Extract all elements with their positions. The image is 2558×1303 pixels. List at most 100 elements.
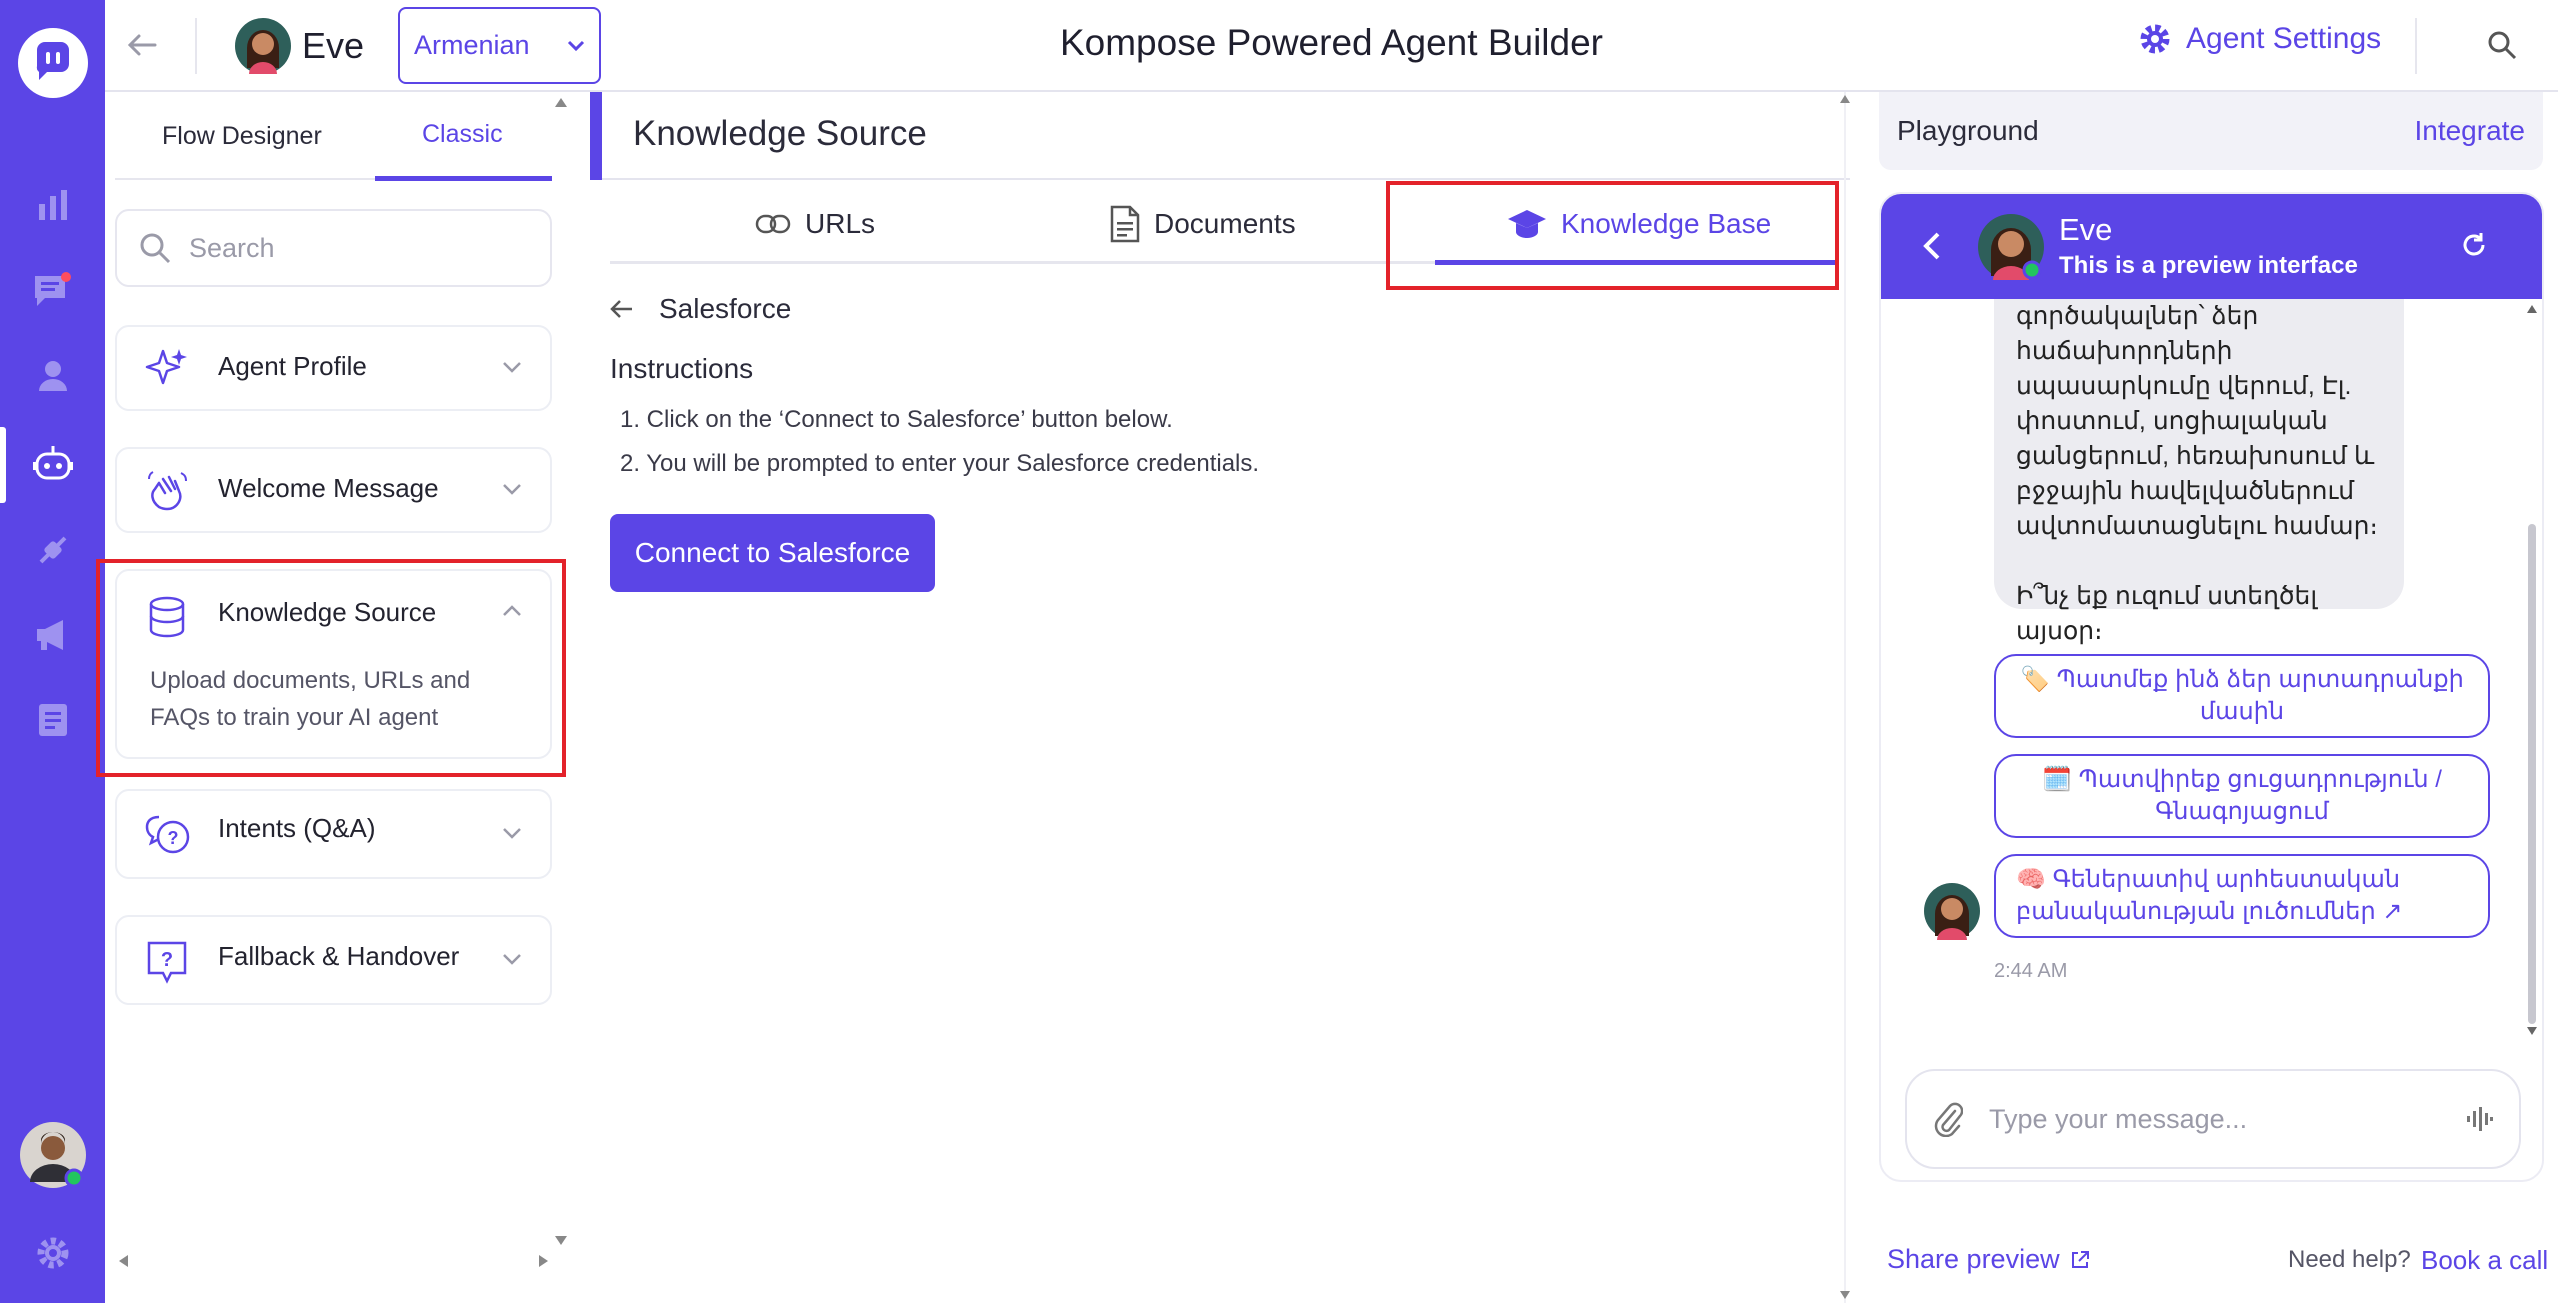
scroll-up-arrow[interactable] [554,96,568,108]
scroll-left-arrow[interactable] [117,1254,129,1268]
message-line: բջջային հավելվածներում [2016,477,2355,505]
agent-settings-button[interactable]: Agent Settings [2138,22,2381,56]
quick-reply-text: Պատվիրեք ցուցադրություն / [2078,766,2442,793]
app-logo-icon[interactable] [18,28,88,98]
instruction-step: 1. Click on the ‘Connect to Salesforce’ … [620,406,1173,433]
message-line: ցանցերում, հեռախոսում և [2016,442,2375,470]
tab-urls[interactable]: URLs [755,184,875,264]
card-title: Fallback & Handover [218,941,460,971]
card-agent-profile[interactable]: Agent Profile [115,325,552,411]
need-help-text: Need help? [2288,1246,2411,1273]
help-box-icon: ? [145,939,189,985]
chevron-down-icon[interactable] [502,953,522,965]
card-intents[interactable]: ? Intents (Q&A) [115,789,552,879]
tab-active-indicator [1435,260,1835,265]
chevron-up-icon[interactable] [502,605,522,617]
waving-hand-icon [145,469,189,513]
link-icon [755,213,791,235]
card-title: Welcome Message [218,473,439,503]
svg-text:?: ? [168,828,179,848]
chevron-down-icon[interactable] [502,483,522,495]
agent-name: Eve [302,25,365,66]
scroll-down-arrow[interactable] [1839,1290,1851,1300]
graduation-cap-icon [1507,208,1547,240]
campaigns-icon[interactable] [28,610,78,660]
search-placeholder: Search [189,232,275,263]
tab-documents[interactable]: Documents [1110,184,1296,264]
language-value: Armenian [414,30,530,60]
back-arrow-icon[interactable] [610,298,634,320]
conversations-icon[interactable] [28,265,78,315]
chevron-down-icon[interactable] [502,827,522,839]
share-preview-link[interactable]: Share preview [1887,1244,2090,1275]
document-icon [1110,205,1140,243]
integrate-link[interactable]: Integrate [2414,115,2525,147]
knowledge-tabs: URLs Documents Knowledge Base [610,184,1835,265]
quick-reply-button[interactable]: 🗓️ Պատվիրեք ցուցադրություն / Գնագոյացում [1994,754,2490,838]
chevron-down-icon[interactable] [502,361,522,373]
playground-header: Playground Integrate [1879,92,2543,170]
bot-builder-icon[interactable] [28,440,78,490]
quick-reply-text: Գնագոյացում [2155,798,2329,825]
message-line: հաճախորդների [2016,337,2233,365]
divider [2415,18,2417,74]
card-title: Knowledge Source [218,597,437,627]
main-content: Knowledge Source URLs Documents Knowledg… [590,92,1853,1303]
quick-reply-text: բանականության լուծումներ [2016,898,2376,925]
instructions-title: Instructions [610,353,754,384]
message-input[interactable]: Type your message... [1905,1069,2521,1169]
voice-input-icon[interactable] [2465,1105,2493,1133]
tab-flow-designer[interactable]: Flow Designer [162,122,322,151]
message-line: սպասարկումը վերում, Էլ. [2016,372,2352,400]
scroll-down-arrow[interactable] [2526,1026,2538,1036]
chat-agent-avatar [1976,212,2046,282]
quick-reply-button[interactable]: 🏷️ Պատմեք ինձ ձեր արտադրանքի մասին [1994,654,2490,738]
quick-reply-button[interactable]: 🧠 Գեներատիվ արհեստական բանականության լու… [1994,854,2490,938]
section-title: Knowledge Source [633,114,927,153]
message-line: ավտոմատացնելու համար։ [2016,512,2378,540]
card-title: Intents (Q&A) [218,813,376,843]
book-call-link[interactable]: Book a call [2421,1245,2548,1276]
brain-emoji-icon: 🧠 [2016,866,2046,893]
reports-icon[interactable] [28,695,78,745]
chevron-left-icon[interactable] [1923,232,1941,260]
calendar-emoji-icon: 🗓️ [2042,766,2072,793]
scroll-down-arrow[interactable] [554,1235,568,1247]
chat-header: Eve This is a preview interface [1881,194,2542,299]
integrations-icon[interactable] [28,525,78,575]
search-input[interactable]: Search [115,209,552,287]
card-title: Agent Profile [218,351,367,381]
card-knowledge-source[interactable]: Knowledge Source Upload documents, URLs … [115,569,552,759]
chat-subtitle: This is a preview interface [2059,252,2358,279]
top-bar: Eve Armenian Kompose Powered Agent Build… [105,0,2558,92]
tab-label: Documents [1154,208,1296,239]
tab-classic[interactable]: Classic [422,120,503,149]
message-line: Ի՞նչ եք ուզում ստեղծել այսօր։ [2016,582,2318,645]
chat-scrollbar-thumb[interactable] [2528,524,2536,1024]
scroll-up-arrow[interactable] [1839,94,1851,104]
scroll-up-arrow[interactable] [2526,304,2538,314]
refresh-icon[interactable] [2459,230,2489,260]
analytics-icon[interactable] [28,180,78,230]
message-placeholder: Type your message... [1989,1103,2248,1134]
contacts-icon[interactable] [28,350,78,400]
scroll-right-arrow[interactable] [538,1254,550,1268]
settings-icon[interactable] [28,1228,78,1278]
language-select[interactable]: Armenian [398,7,601,84]
search-icon[interactable] [2487,30,2517,60]
card-fallback-handover[interactable]: ? Fallback & Handover [115,915,552,1005]
scrollbar-track[interactable] [1844,92,1846,1303]
connect-salesforce-button[interactable]: Connect to Salesforce [610,514,935,592]
instruction-step: 2. You will be prompted to enter your Sa… [620,450,1260,477]
sparkles-icon [145,347,189,391]
back-arrow-icon[interactable] [125,28,159,62]
svg-text:?: ? [161,949,173,971]
card-welcome-message[interactable]: Welcome Message [115,447,552,533]
attachment-icon[interactable] [1933,1101,1963,1137]
user-avatar[interactable] [18,1120,88,1190]
breadcrumb: Salesforce [659,293,792,324]
playground-title: Playground [1897,115,2039,146]
divider [195,18,197,74]
tab-knowledge-base[interactable]: Knowledge Base [1507,184,1771,264]
tab-active-indicator [375,176,552,181]
